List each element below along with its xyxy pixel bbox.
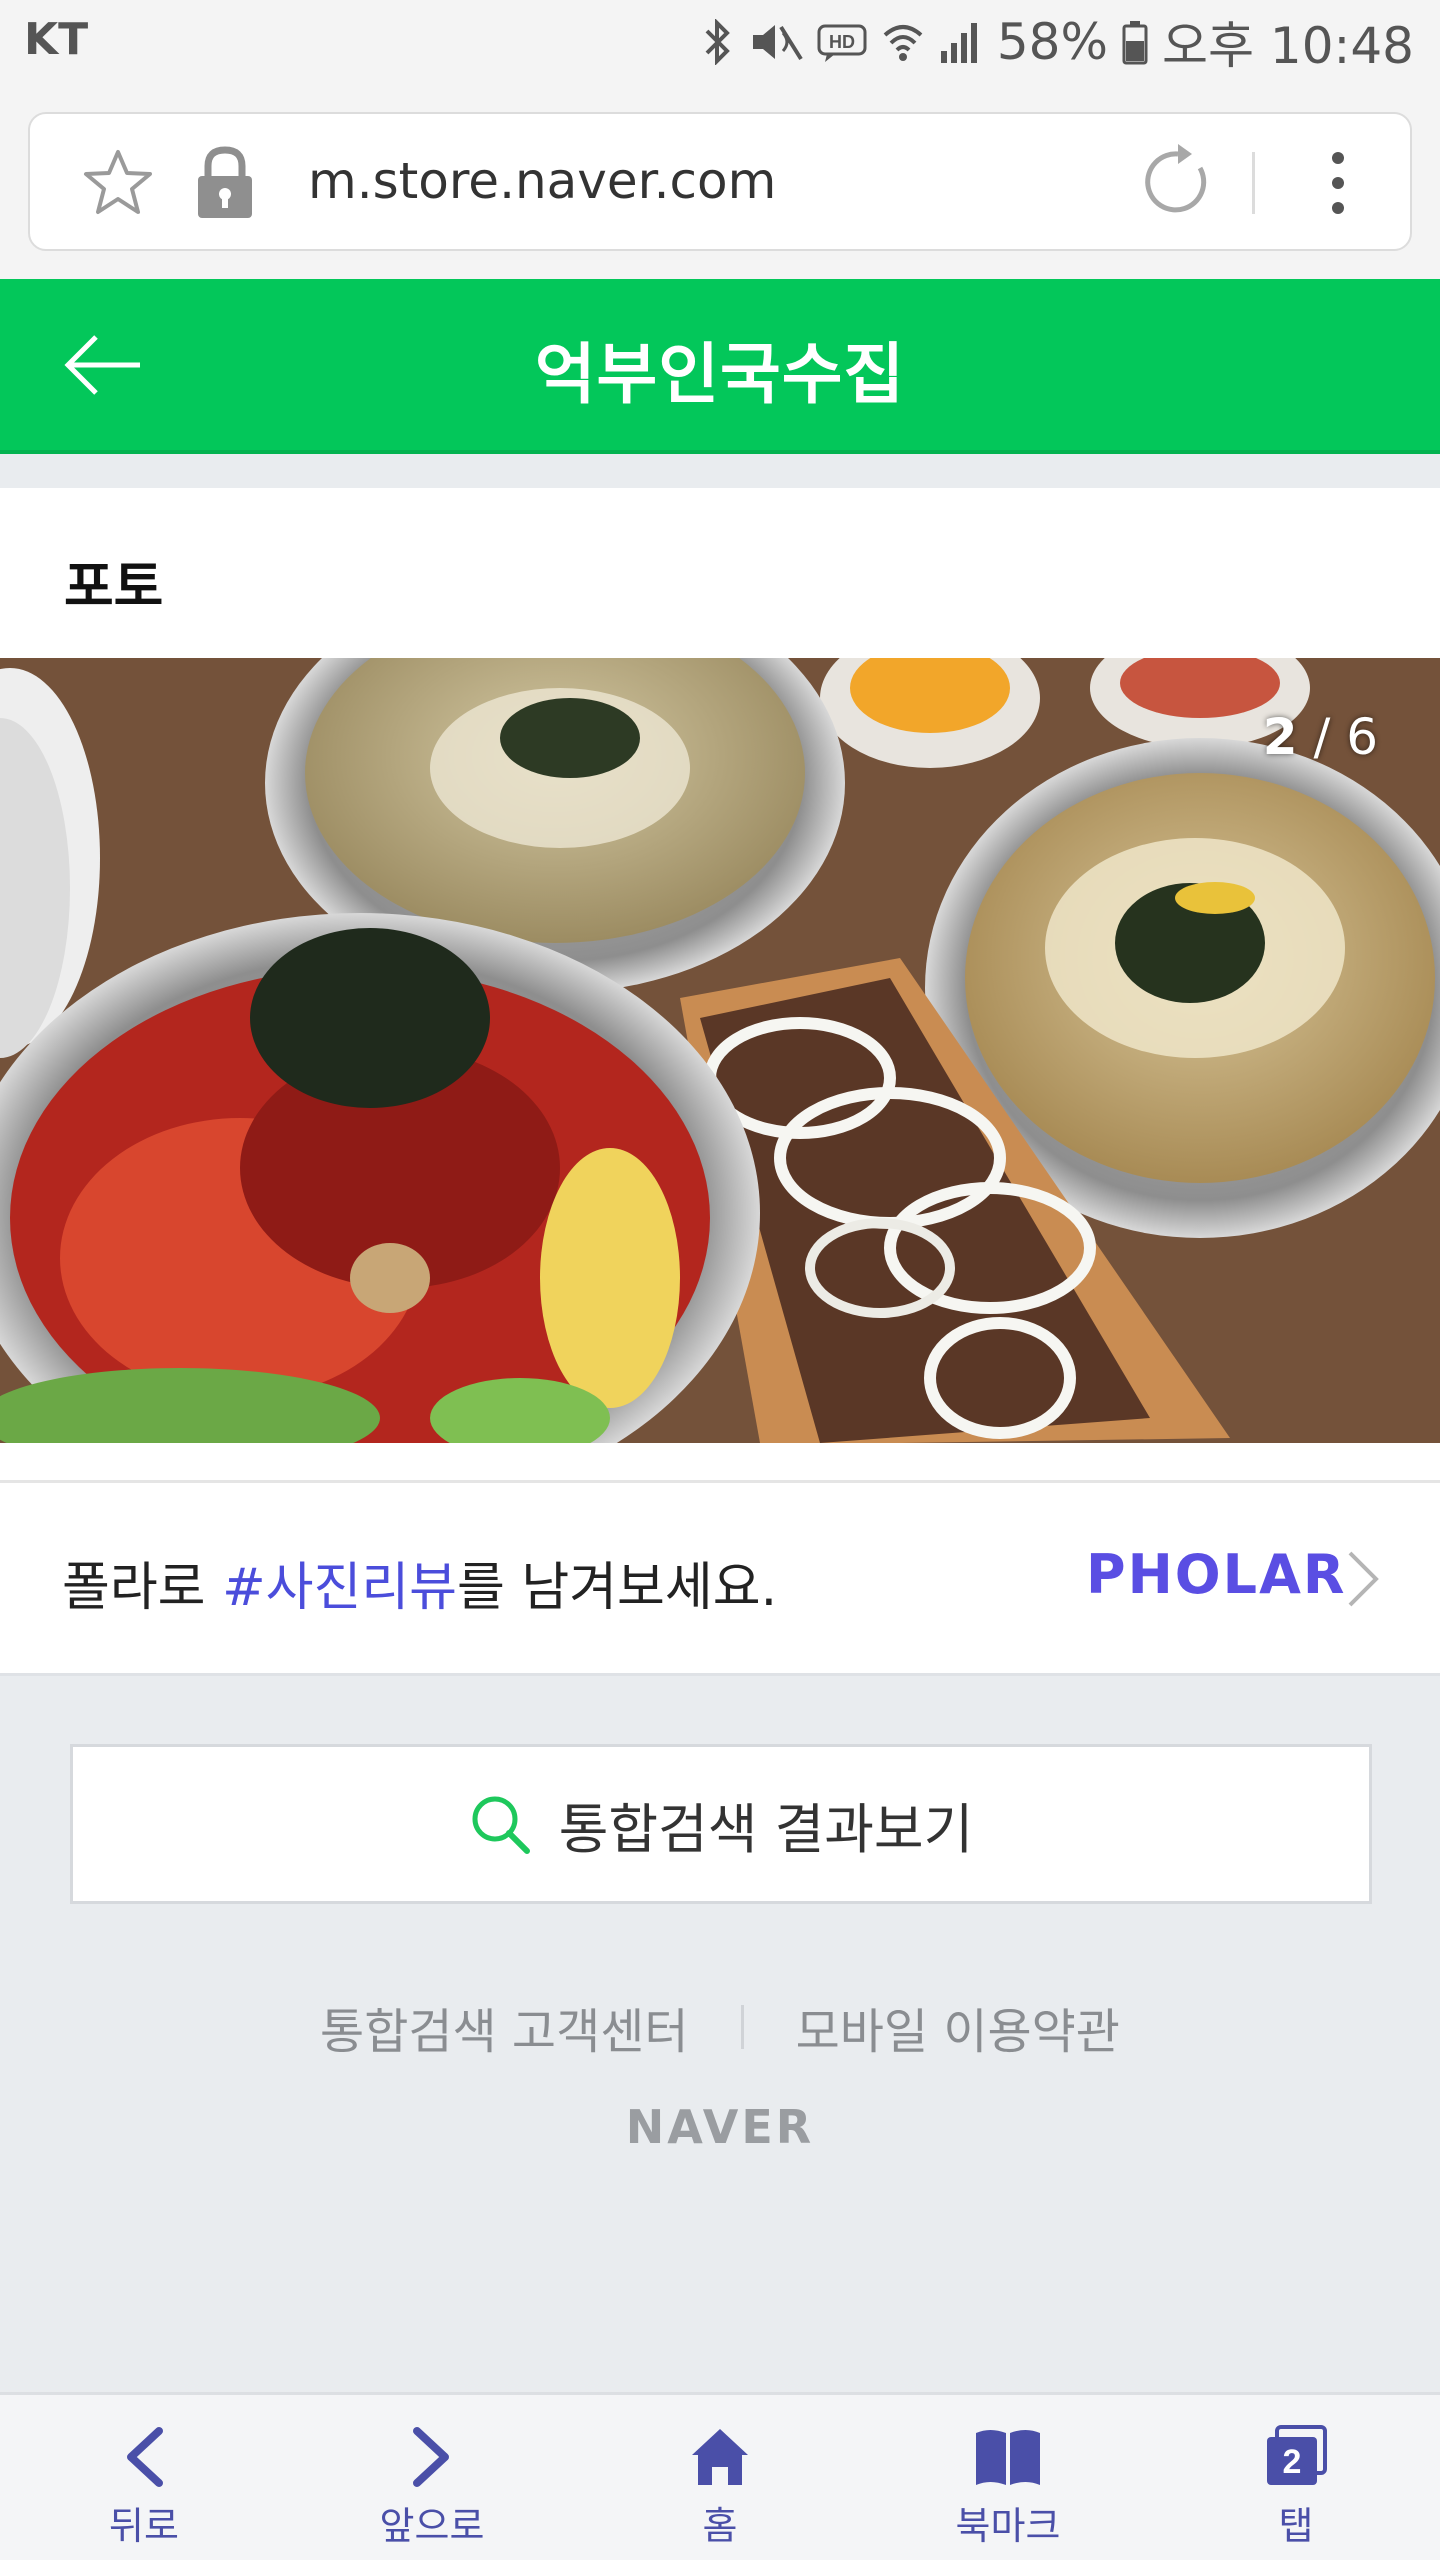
- nav-bookmark-label: 북마크: [955, 2504, 1061, 2548]
- nav-back-label: 뒤로: [109, 2504, 179, 2548]
- mobile-terms-link[interactable]: 모바일 이용약관: [744, 1992, 1172, 2062]
- clock: 오후 10:48: [1162, 17, 1414, 75]
- nav-forward-button[interactable]: 앞으로: [288, 2395, 576, 2560]
- food-photo: [0, 658, 1440, 1443]
- photo-section: 포토 2 / 6: [0, 488, 1440, 1488]
- carrier-label: KT: [24, 14, 89, 65]
- star-icon[interactable]: [82, 146, 154, 218]
- hd-icon: HD: [817, 24, 867, 62]
- pholar-logo[interactable]: PHOLAR: [1086, 1543, 1346, 1606]
- section-title: 포토: [64, 555, 164, 618]
- more-menu-icon[interactable]: [1326, 150, 1350, 216]
- photo-counter: 2 / 6: [1262, 708, 1378, 766]
- naver-logo[interactable]: NAVER: [0, 2100, 1440, 2154]
- nav-home-button[interactable]: 홈: [576, 2395, 864, 2560]
- photo-carousel[interactable]: 2 / 6: [0, 658, 1440, 1443]
- app-header: 억부인국수집: [0, 279, 1440, 454]
- mute-icon: [752, 25, 803, 61]
- battery-percent: 58%: [996, 13, 1108, 71]
- battery-icon: [1122, 21, 1148, 65]
- lock-icon: [198, 146, 252, 218]
- customer-center-link[interactable]: 통합검색 고객센터: [268, 1992, 741, 2062]
- svg-text:HD: HD: [829, 32, 855, 52]
- back-icon: [127, 2427, 163, 2487]
- forward-icon: [413, 2427, 449, 2487]
- reload-icon[interactable]: [1138, 142, 1218, 222]
- url-text[interactable]: m.store.naver.com: [308, 152, 776, 210]
- nav-bookmark-button[interactable]: 북마크: [864, 2395, 1152, 2560]
- pholar-prompt: 폴라로 #사진리뷰를 남겨보세요.: [62, 1558, 778, 1618]
- home-icon: [692, 2429, 748, 2485]
- nav-home-label: 홈: [702, 2504, 738, 2548]
- chevron-right-icon: [1348, 1551, 1379, 1607]
- footer-links: 통합검색 고객센터 모바일 이용약관: [0, 1992, 1440, 2062]
- signal-icon: [940, 23, 977, 63]
- toolbar-divider: [1252, 152, 1255, 214]
- browser-toolbar: m.store.naver.com: [0, 84, 1440, 279]
- integrated-search-button[interactable]: 통합검색 결과보기: [70, 1744, 1372, 1904]
- tab-count-badge: 2: [1283, 2443, 1302, 2481]
- pholar-banner[interactable]: 폴라로 #사진리뷰를 남겨보세요. PHOLAR: [0, 1480, 1440, 1676]
- photo-review-hashtag[interactable]: #사진리뷰: [222, 1558, 457, 1618]
- status-bar: KT HD 58% 오후 10:48: [0, 0, 1440, 84]
- address-bar[interactable]: m.store.naver.com: [28, 112, 1412, 251]
- nav-tabs-label: 탭: [1278, 2504, 1314, 2548]
- browser-bottom-nav: 뒤로 앞으로 홈 북마크 2 탭: [0, 2392, 1440, 2560]
- tabs-icon: 2: [1267, 2425, 1327, 2485]
- nav-back-button[interactable]: 뒤로: [0, 2395, 288, 2560]
- bookmark-icon: [976, 2430, 1040, 2485]
- nav-tabs-button[interactable]: 2 탭: [1152, 2395, 1440, 2560]
- page-title: 억부인국수집: [534, 336, 906, 413]
- status-icons: HD 58% 오후 10:48: [703, 10, 1414, 75]
- search-icon: [472, 1796, 530, 1854]
- bluetooth-icon: [705, 19, 730, 65]
- search-button-label: 통합검색 결과보기: [558, 1797, 974, 1861]
- wifi-icon: [883, 25, 923, 61]
- nav-forward-label: 앞으로: [379, 2504, 485, 2548]
